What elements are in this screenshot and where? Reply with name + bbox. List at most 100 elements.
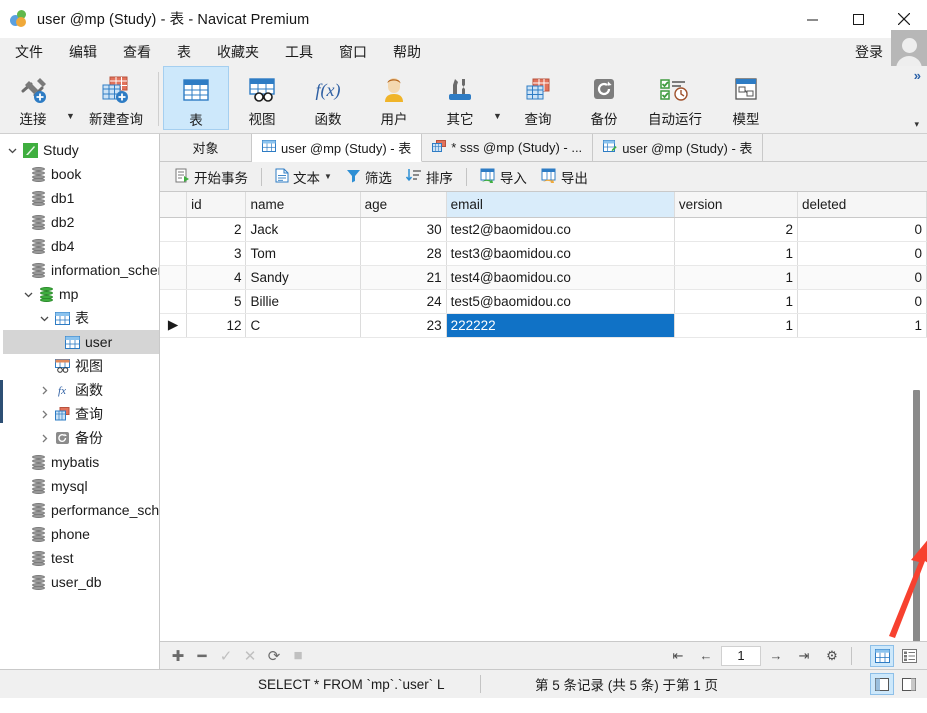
cell-name[interactable]: Tom [245,241,361,266]
grid-view-icon[interactable] [870,644,894,667]
ribbon-button-table[interactable]: 表 [163,66,229,130]
cell-age[interactable]: 21 [360,265,447,290]
next-page-icon[interactable]: → [763,648,789,663]
cell-name[interactable]: Jack [245,217,361,242]
cell-id[interactable]: 5 [186,289,247,314]
sidebar-item-mp[interactable]: mp [0,282,159,306]
chevron-down-icon[interactable]: ▼ [324,172,332,181]
sidebar-item-mybatis[interactable]: mybatis [0,450,159,474]
sidebar-item-information-schema[interactable]: information_schema [0,258,159,282]
page-number-input[interactable]: 1 [721,645,761,666]
sidebar-item-user-db[interactable]: user_db [0,570,159,594]
ribbon-overflow-caret-icon[interactable]: ▾ [914,119,919,130]
cell-version[interactable]: 1 [674,313,798,338]
menu-item-favorites[interactable]: 收藏夹 [204,40,272,64]
cell-id[interactable]: 2 [186,217,247,242]
sort-button[interactable]: 排序 [399,165,460,189]
delete-record-icon[interactable]: ━ [190,647,214,665]
others-dropdown-caret-icon[interactable]: ▼ [493,112,505,121]
cell-email[interactable]: test3@baomidou.co [446,241,675,266]
cell-age[interactable]: 24 [360,289,447,314]
first-page-icon[interactable]: ⇤ [665,648,691,664]
export-button[interactable]: 导出 [534,165,595,189]
sidebar-tree[interactable]: Study book db1 db2 db4 information_sche m… [0,134,160,669]
login-link[interactable]: 登录 [855,42,883,62]
connection-dropdown-caret-icon[interactable]: ▼ [66,112,78,121]
ribbon-button-query[interactable]: 查询 [505,66,571,130]
cell-age[interactable]: 30 [360,217,447,242]
cell-name[interactable]: Sandy [245,265,361,290]
cell-deleted[interactable]: 0 [797,217,927,242]
ribbon-button-backup[interactable]: 备份 [571,66,637,130]
ribbon-button-new-query[interactable]: 新建查询 [78,66,154,130]
prev-page-icon[interactable]: ← [693,648,719,663]
ribbon-button-automation[interactable]: 自动运行 [637,66,713,130]
grid-header-deleted[interactable]: deleted [797,192,927,218]
cell-version[interactable]: 1 [674,241,798,266]
maximize-button[interactable] [835,0,881,38]
ribbon-button-function[interactable]: f(x) 函数 [295,66,361,130]
cell-id[interactable]: 12 [186,313,247,338]
sidebar-item-db1[interactable]: db1 [0,186,159,210]
cell-id[interactable]: 4 [186,265,247,290]
sidebar-item-test[interactable]: test [0,546,159,570]
cell-version[interactable]: 2 [674,217,798,242]
cell-age[interactable]: 28 [360,241,447,266]
menu-item-edit[interactable]: 编辑 [56,40,110,64]
tab-user-table-data[interactable]: user @mp (Study) - 表 [252,134,423,162]
table-row[interactable]: 4 Sandy 21 test4@baomidou.co 1 0 [160,265,927,290]
menu-item-window[interactable]: 窗口 [326,40,380,64]
gear-icon[interactable]: ⚙ [819,648,845,664]
vertical-scrollbar[interactable] [913,390,920,641]
sidebar-item-functions-folder[interactable]: fx 函数 [0,378,159,402]
import-button[interactable]: 导入 [473,165,534,189]
chevron-down-icon[interactable] [20,290,36,299]
table-row[interactable]: 5 Billie 24 test5@baomidou.co 1 0 [160,289,927,314]
data-grid[interactable]: id name age email version deleted 2 Jack… [160,192,927,338]
grid-header-name[interactable]: name [245,192,361,218]
chevron-right-icon[interactable] [36,386,52,395]
menu-item-table[interactable]: 表 [164,40,204,64]
tab-user-table-design[interactable]: user @mp (Study) - 表 [593,134,764,161]
tab-sss-query[interactable]: * sss @mp (Study) - ... [422,134,594,161]
menu-item-tools[interactable]: 工具 [272,40,326,64]
add-record-icon[interactable]: ✚ [166,647,190,665]
cell-deleted[interactable]: 0 [797,265,927,290]
cell-version[interactable]: 1 [674,289,798,314]
text-button[interactable]: 文本 ▼ [268,165,339,189]
grid-header-age[interactable]: age [360,192,447,218]
begin-transaction-button[interactable]: 开始事务 [168,165,255,189]
ribbon-button-others[interactable]: 其它 [427,66,493,130]
data-grid-container[interactable]: id name age email version deleted 2 Jack… [160,192,927,641]
sidebar-item-performance-schema[interactable]: performance_schema [0,498,159,522]
sidebar-item-views-folder[interactable]: 视图 [0,354,159,378]
show-left-panel-icon[interactable] [870,673,894,695]
menu-item-help[interactable]: 帮助 [380,40,434,64]
cell-email-selected[interactable]: 222222 [446,313,675,338]
sidebar-item-study[interactable]: Study [0,138,159,162]
grid-header-version[interactable]: version [674,192,798,218]
chevron-down-icon[interactable] [4,146,20,155]
sidebar-item-queries-folder[interactable]: 查询 [0,402,159,426]
grid-header-email[interactable]: email [446,192,675,218]
tab-objects[interactable]: 对象 [160,134,252,161]
refresh-icon[interactable]: ⟳ [262,647,286,665]
ribbon-expand-icon[interactable]: » [914,68,921,83]
menu-item-view[interactable]: 查看 [110,40,164,64]
chevron-down-icon[interactable] [36,314,52,323]
cell-email[interactable]: test5@baomidou.co [446,289,675,314]
ribbon-button-model[interactable]: 模型 [713,66,779,130]
form-view-icon[interactable] [897,645,921,667]
sidebar-item-phone[interactable]: phone [0,522,159,546]
cell-version[interactable]: 1 [674,265,798,290]
chevron-right-icon[interactable] [36,410,52,419]
cell-deleted[interactable]: 0 [797,241,927,266]
cell-deleted[interactable]: 1 [797,313,927,338]
ribbon-button-view[interactable]: 视图 [229,66,295,130]
table-row-current[interactable]: ▶ 12 C 23 222222 1 1 [160,313,927,338]
sidebar-item-db4[interactable]: db4 [0,234,159,258]
grid-header-id[interactable]: id [186,192,247,218]
sidebar-item-backups-folder[interactable]: 备份 [0,426,159,450]
sidebar-item-book[interactable]: book [0,162,159,186]
cell-name[interactable]: Billie [245,289,361,314]
